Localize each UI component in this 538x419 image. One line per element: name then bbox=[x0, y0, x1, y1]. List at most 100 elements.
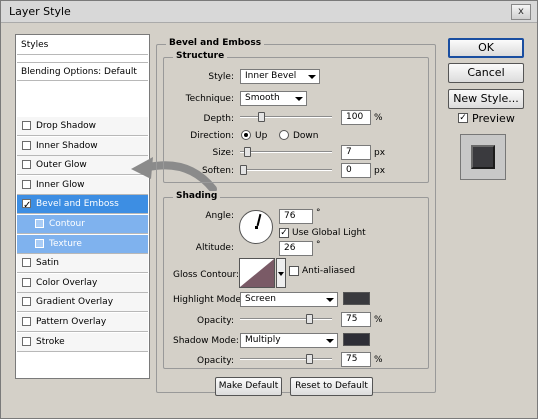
style-dropdown[interactable]: Inner Bevel bbox=[240, 69, 320, 84]
cancel-button[interactable]: Cancel bbox=[448, 63, 524, 83]
chevron-down-icon bbox=[326, 339, 334, 343]
blending-options-item[interactable]: Blending Options: Default bbox=[17, 62, 148, 81]
style-item-checkbox[interactable] bbox=[22, 121, 31, 130]
style-item-checkbox[interactable] bbox=[35, 238, 44, 248]
gloss-contour-dropdown[interactable] bbox=[276, 258, 286, 288]
shadow-color-swatch[interactable] bbox=[343, 333, 370, 346]
style-item-label: Outer Glow bbox=[36, 160, 87, 171]
chevron-down-icon bbox=[278, 272, 284, 276]
shadow-opacity-label: Opacity: bbox=[197, 356, 234, 366]
size-slider[interactable] bbox=[240, 146, 332, 158]
close-button[interactable]: x bbox=[511, 4, 531, 20]
style-item-stroke[interactable]: Stroke bbox=[17, 332, 148, 352]
global-light-label: Use Global Light bbox=[292, 228, 366, 238]
new-style-button[interactable]: New Style... bbox=[448, 89, 524, 109]
style-item-texture[interactable]: Texture bbox=[17, 234, 148, 254]
highlight-opacity-label: Opacity: bbox=[197, 316, 234, 326]
soften-input[interactable]: 0 bbox=[341, 163, 371, 178]
preview-label: Preview bbox=[472, 112, 515, 125]
shading-title: Shading bbox=[173, 191, 221, 201]
depth-slider[interactable] bbox=[240, 111, 332, 123]
style-item-label: Pattern Overlay bbox=[36, 317, 107, 327]
altitude-unit: ° bbox=[316, 240, 321, 250]
style-item-pattern-overlay[interactable]: Pattern Overlay bbox=[17, 313, 148, 332]
depth-unit: % bbox=[374, 113, 383, 123]
angle-dial-needle bbox=[256, 213, 262, 227]
soften-slider-thumb[interactable] bbox=[240, 165, 247, 175]
styles-header[interactable]: Styles bbox=[17, 36, 148, 55]
style-item-color-overlay[interactable]: Color Overlay bbox=[17, 273, 148, 293]
anti-aliased-label: Anti-aliased bbox=[302, 266, 356, 276]
soften-label: Soften: bbox=[201, 166, 234, 176]
preview-thumbnail bbox=[460, 134, 506, 180]
style-item-checkbox[interactable] bbox=[22, 160, 31, 170]
highlight-mode-label: Highlight Mode: bbox=[173, 295, 245, 305]
style-item-label: Gradient Overlay bbox=[36, 297, 114, 308]
highlight-opacity-input[interactable]: 75 bbox=[341, 312, 371, 327]
shadow-opacity-unit: % bbox=[374, 355, 383, 365]
preview-checkbox[interactable]: ✓ bbox=[458, 113, 468, 123]
direction-up-radio[interactable] bbox=[241, 130, 251, 140]
style-item-label: Inner Shadow bbox=[36, 140, 98, 151]
styles-list: Styles Blending Options: Default Drop Sh… bbox=[15, 34, 150, 379]
direction-label: Direction: bbox=[190, 131, 234, 141]
size-input[interactable]: 7 bbox=[341, 145, 371, 160]
depth-slider-thumb[interactable] bbox=[258, 112, 265, 122]
angle-unit: ° bbox=[316, 208, 321, 218]
angle-dial[interactable] bbox=[239, 210, 273, 244]
highlight-color-swatch[interactable] bbox=[343, 292, 370, 305]
style-item-label: Texture bbox=[49, 238, 82, 249]
style-item-label: Satin bbox=[36, 258, 59, 269]
style-item-checkbox[interactable] bbox=[22, 297, 31, 307]
depth-input[interactable]: 100 bbox=[341, 110, 371, 125]
direction-down-radio[interactable] bbox=[279, 130, 289, 140]
direction-up-label: Up bbox=[255, 131, 268, 141]
ok-button[interactable]: OK bbox=[448, 38, 524, 58]
make-default-button[interactable]: Make Default bbox=[215, 377, 282, 396]
reset-default-button[interactable]: Reset to Default bbox=[290, 377, 373, 396]
checkmark-icon: ✓ bbox=[23, 200, 32, 212]
style-item-checkbox[interactable] bbox=[22, 179, 31, 189]
style-item-bevel-and-emboss[interactable]: ✓ Bevel and Emboss bbox=[17, 195, 148, 215]
anti-aliased-checkbox[interactable] bbox=[289, 266, 299, 276]
gloss-contour-label: Gloss Contour: bbox=[173, 270, 240, 280]
soften-slider[interactable] bbox=[240, 164, 332, 176]
style-item-drop-shadow[interactable]: Drop Shadow bbox=[17, 117, 148, 136]
angle-dial-center bbox=[255, 226, 258, 229]
style-item-label: Bevel and Emboss bbox=[36, 199, 119, 210]
chevron-down-icon bbox=[326, 298, 334, 302]
style-item-gradient-overlay[interactable]: Gradient Overlay bbox=[17, 293, 148, 313]
contour-curve-icon bbox=[240, 259, 274, 287]
highlight-opacity-slider[interactable] bbox=[240, 313, 332, 325]
global-light-checkbox[interactable]: ✓ bbox=[279, 228, 289, 238]
altitude-label: Altitude: bbox=[195, 243, 234, 253]
angle-label: Angle: bbox=[205, 211, 234, 221]
style-item-checkbox[interactable] bbox=[35, 219, 44, 228]
highlight-mode-dropdown[interactable]: Screen bbox=[240, 292, 338, 307]
shadow-opacity-input[interactable]: 75 bbox=[341, 352, 371, 367]
style-item-checkbox[interactable] bbox=[22, 277, 31, 287]
style-item-label: Inner Glow bbox=[36, 179, 85, 190]
soften-unit: px bbox=[374, 166, 386, 176]
angle-input[interactable]: 76 bbox=[279, 209, 313, 224]
style-item-checkbox[interactable] bbox=[22, 317, 31, 326]
technique-dropdown[interactable]: Smooth bbox=[240, 91, 307, 106]
style-item-checkbox[interactable]: ✓ bbox=[22, 199, 31, 211]
altitude-input[interactable]: 26 bbox=[279, 241, 313, 256]
bevel-emboss-title: Bevel and Emboss bbox=[166, 38, 265, 48]
style-item-contour[interactable]: Contour bbox=[17, 215, 148, 234]
gloss-contour-preview[interactable] bbox=[239, 258, 275, 288]
size-slider-thumb[interactable] bbox=[244, 147, 251, 157]
highlight-opacity-thumb[interactable] bbox=[306, 314, 313, 324]
highlight-opacity-unit: % bbox=[374, 315, 383, 325]
shadow-mode-dropdown[interactable]: Multiply bbox=[240, 333, 338, 348]
style-item-label: Contour bbox=[49, 219, 85, 229]
shadow-opacity-thumb[interactable] bbox=[306, 354, 313, 364]
style-item-satin[interactable]: Satin bbox=[17, 254, 148, 274]
style-label: Style: bbox=[208, 72, 234, 82]
structure-title: Structure bbox=[173, 51, 228, 61]
style-item-checkbox[interactable] bbox=[22, 140, 31, 150]
shadow-opacity-slider[interactable] bbox=[240, 353, 332, 365]
style-item-checkbox[interactable] bbox=[22, 336, 31, 346]
style-item-checkbox[interactable] bbox=[22, 258, 31, 268]
